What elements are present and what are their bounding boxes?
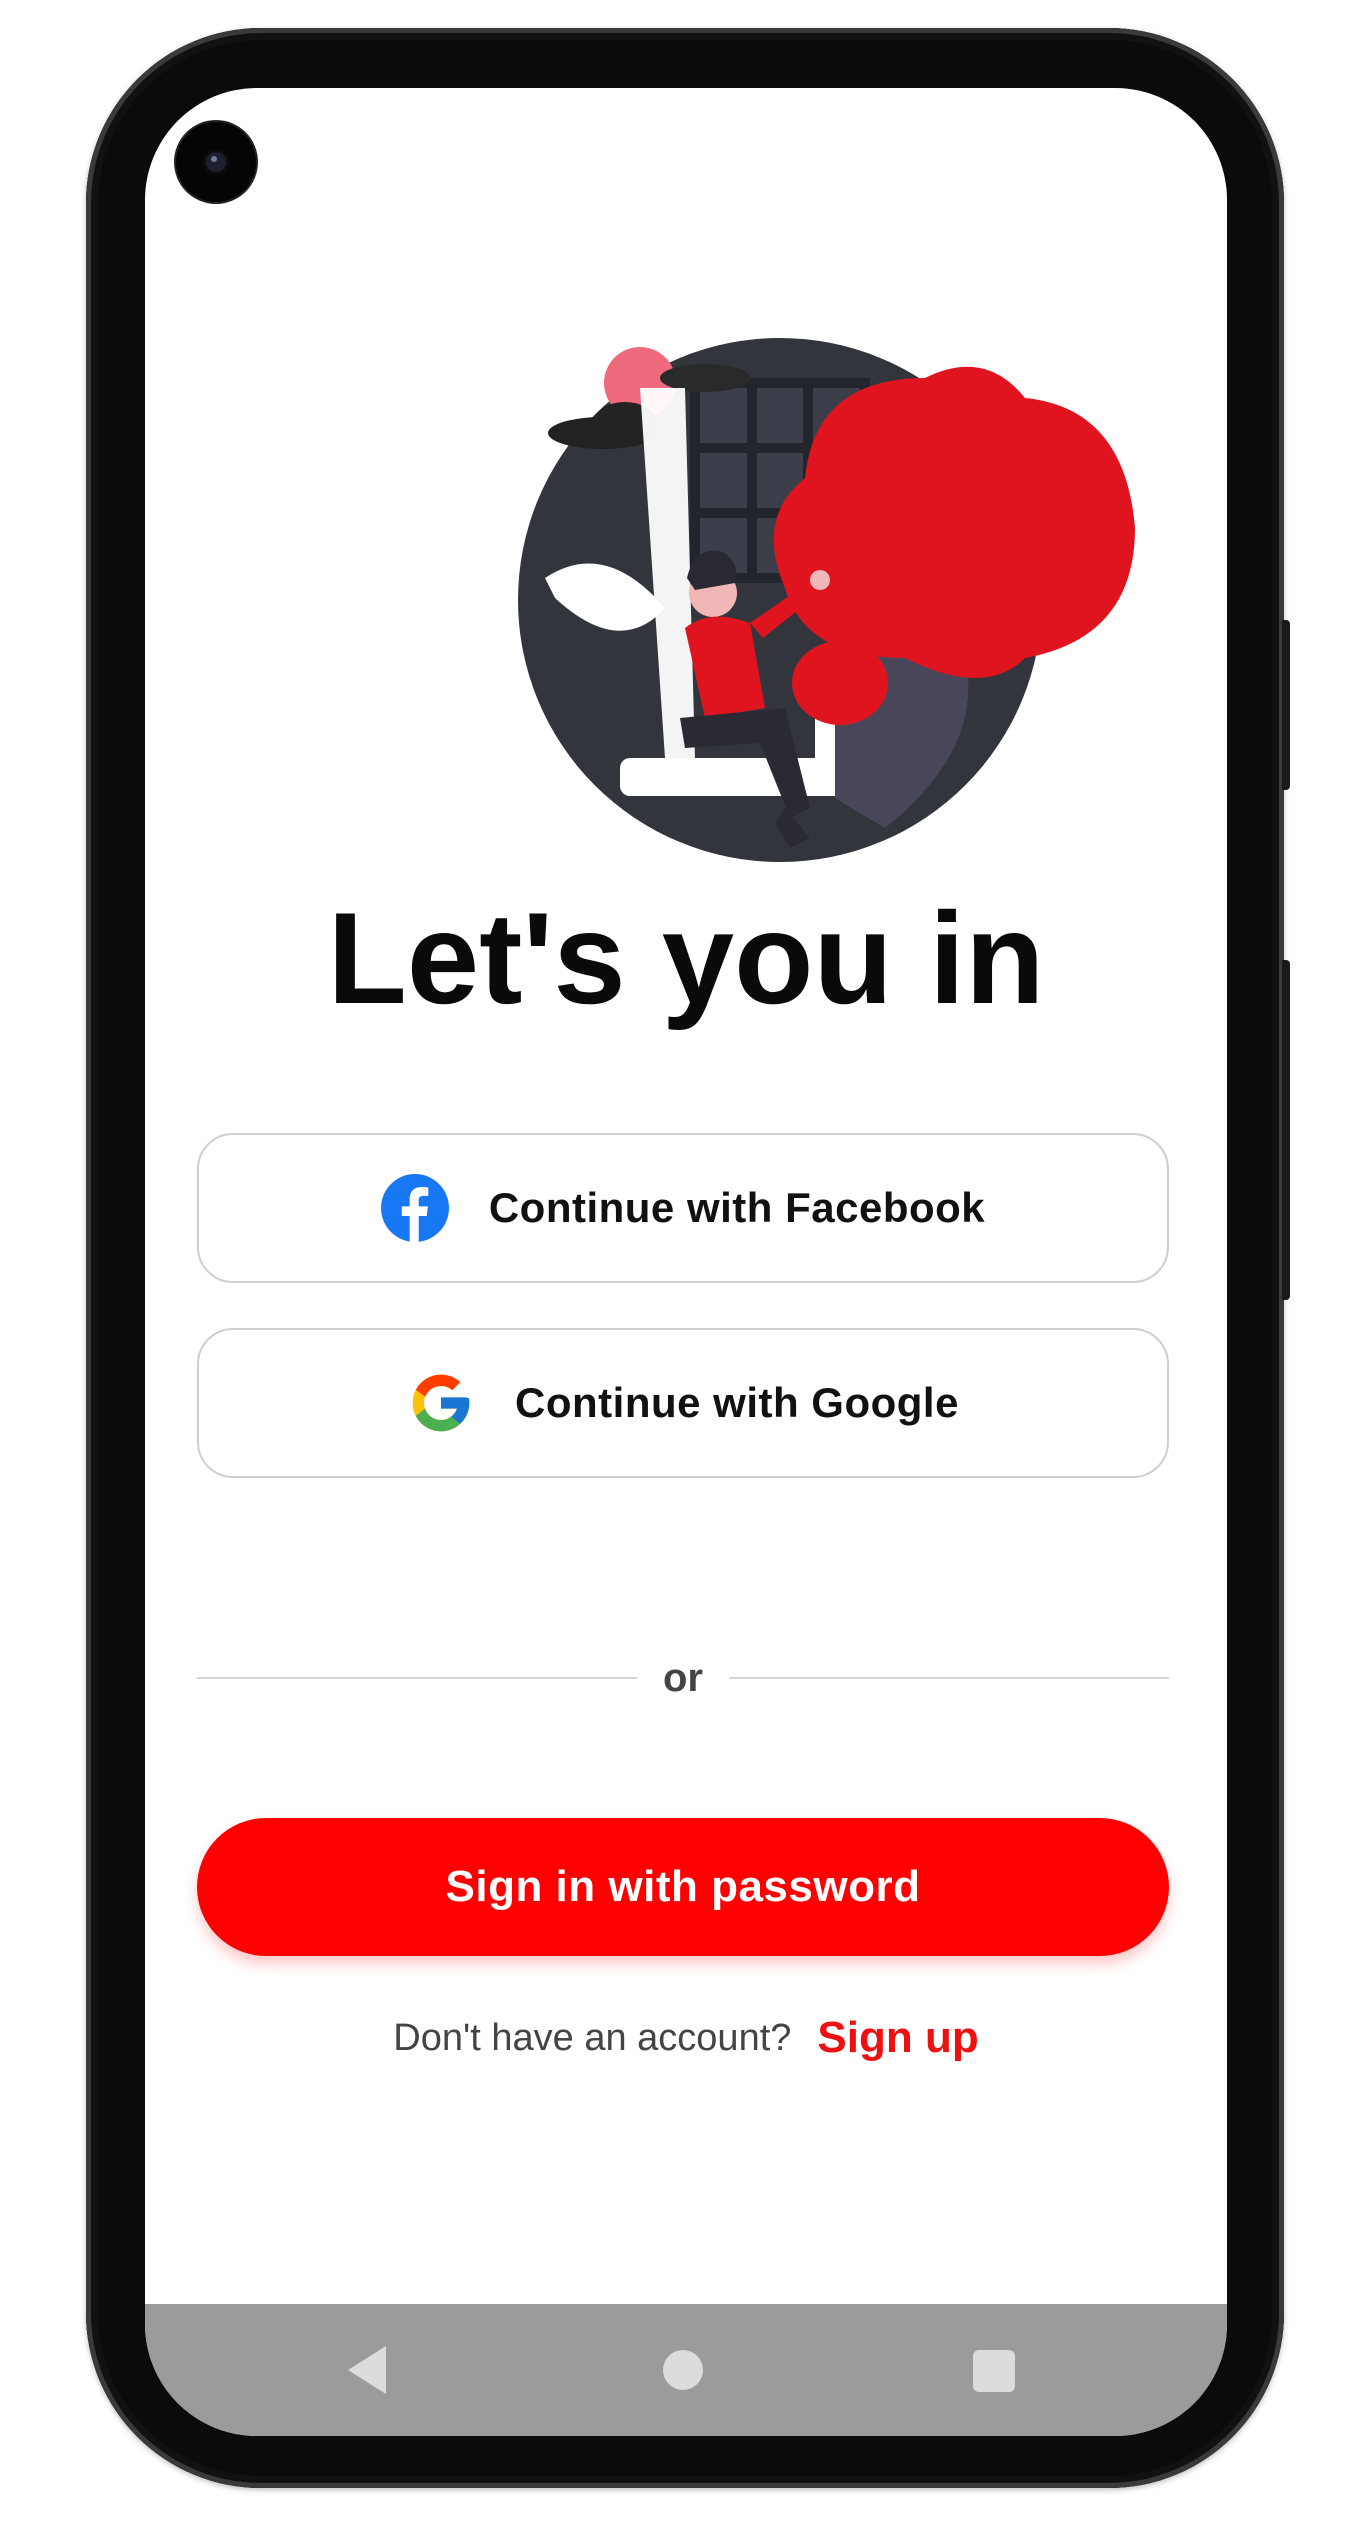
divider-line-right [729, 1677, 1169, 1679]
sign-up-link[interactable]: Sign up [817, 2013, 978, 2063]
device-frame: Let's you in Continue with Facebook Cont… [0, 0, 1370, 2534]
facebook-icon [380, 1174, 449, 1242]
facebook-button-label: Continue with Facebook [488, 1184, 986, 1231]
page-title: Let's you in [327, 885, 1045, 1031]
signup-prompt: Don't have an account? [393, 2016, 792, 2059]
sign-in-with-password-button[interactable]: Sign in with password [197, 1818, 1169, 1956]
camera-lens [206, 152, 226, 172]
continue-with-facebook-button[interactable]: Continue with Facebook [197, 1133, 1169, 1283]
or-divider: or [197, 1648, 1169, 1708]
volume-button [1282, 620, 1290, 790]
back-triangle-icon[interactable] [348, 2346, 386, 2394]
divider-text: or [663, 1655, 703, 1700]
recents-square-icon[interactable] [973, 2350, 1015, 2392]
google-icon [412, 1374, 470, 1432]
divider-line-left [197, 1677, 637, 1679]
home-circle-icon[interactable] [663, 2350, 703, 2390]
signup-row: Don't have an account? Sign up [145, 2013, 1227, 2063]
login-screen: Let's you in Continue with Facebook Cont… [145, 88, 1227, 2436]
front-camera [176, 122, 256, 202]
power-button [1282, 960, 1290, 1300]
google-button-label: Continue with Google [515, 1379, 959, 1426]
system-navigation-bar [145, 2304, 1227, 2436]
hero-illustration [518, 338, 1135, 862]
continue-with-google-button[interactable]: Continue with Google [197, 1328, 1169, 1478]
